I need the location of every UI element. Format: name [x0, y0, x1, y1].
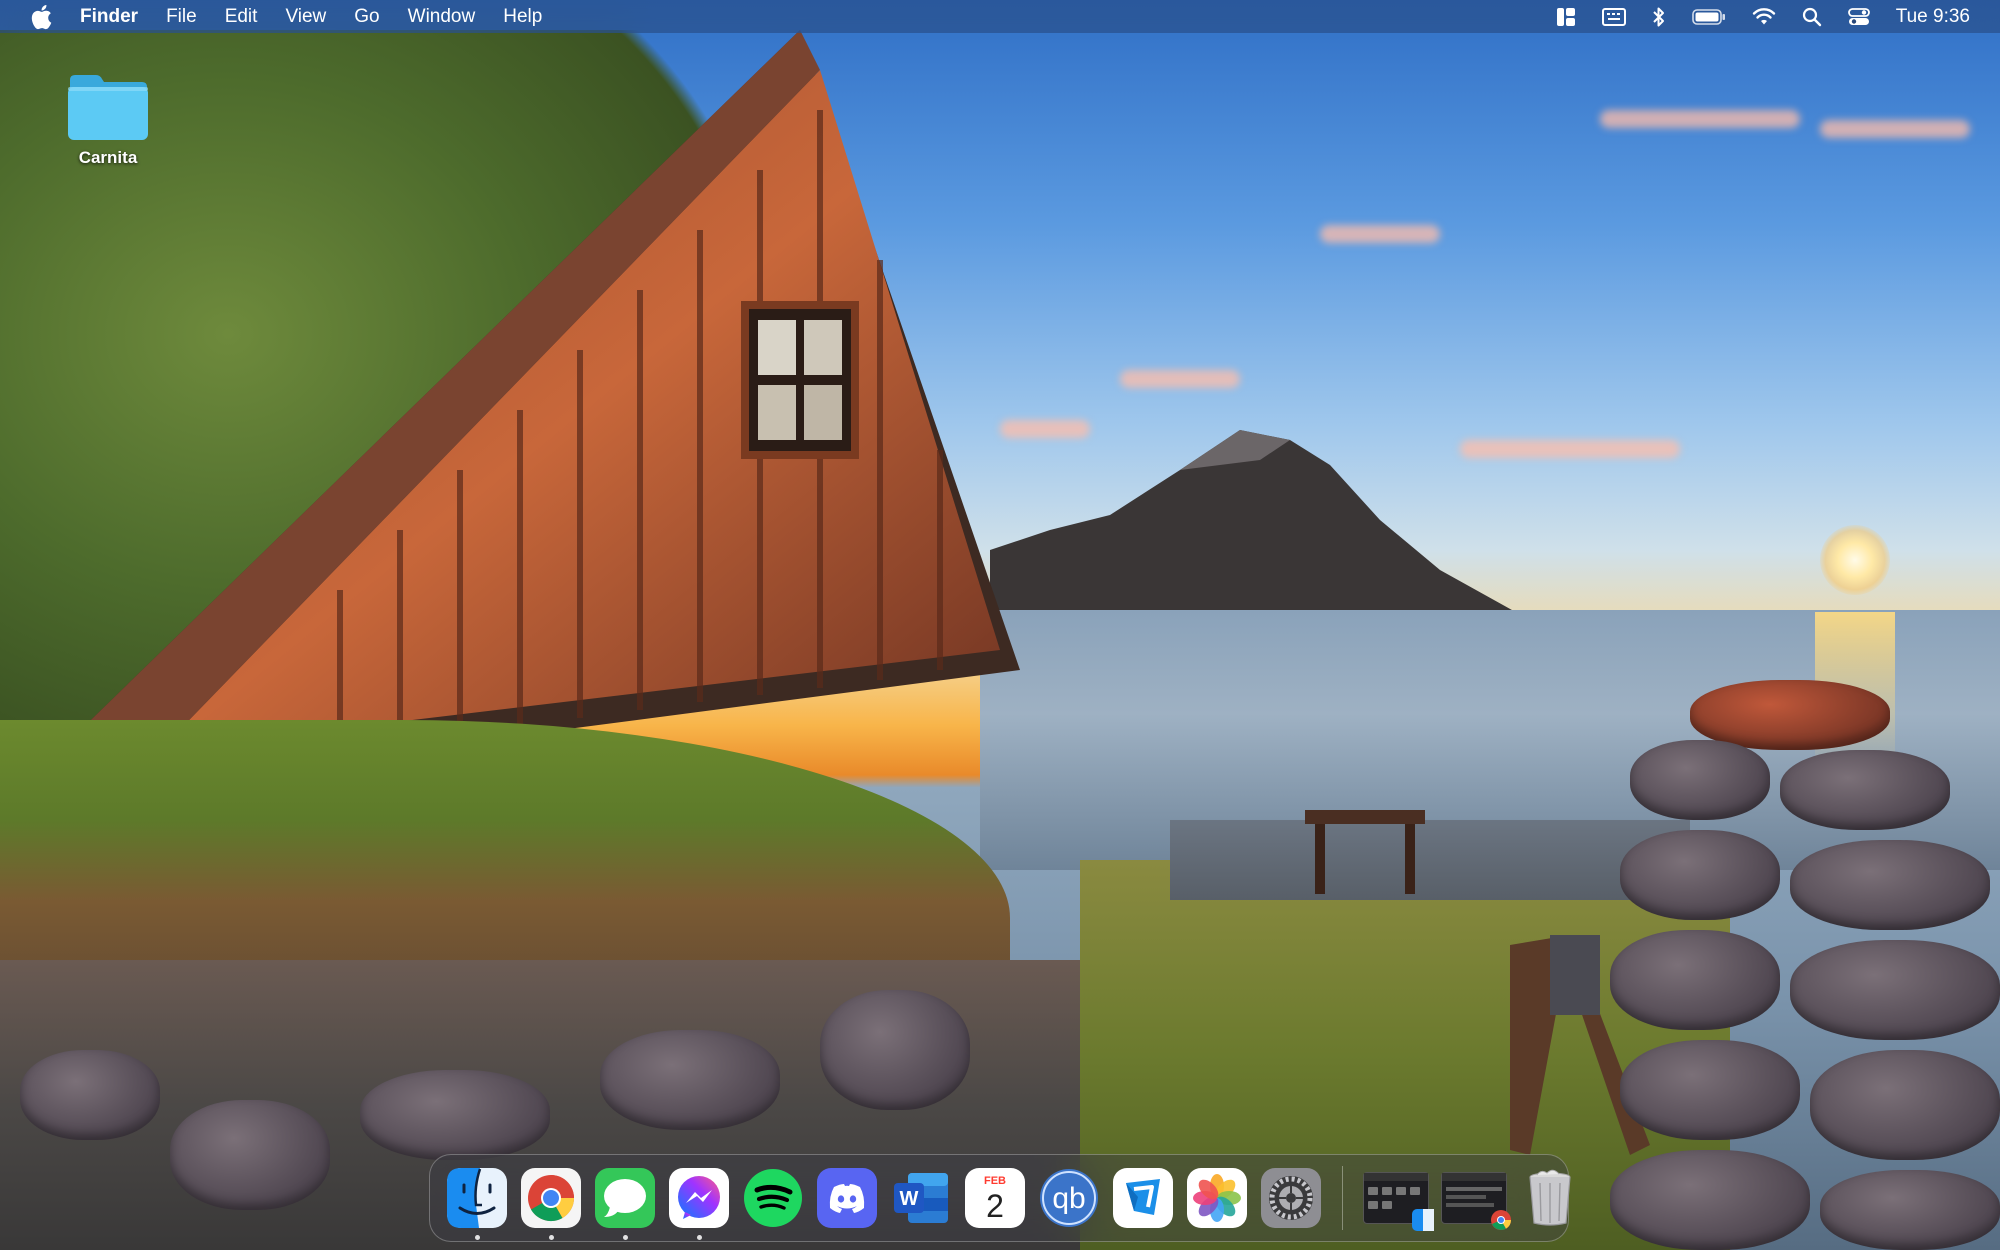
- desktop-wallpaper: [0, 0, 2000, 1250]
- messages-icon: [595, 1168, 655, 1228]
- menu-view[interactable]: View: [285, 6, 326, 28]
- spotify-icon: [744, 1169, 802, 1227]
- folder-icon[interactable]: [66, 72, 150, 142]
- menu-bar: Finder File Edit View Go Window Help Tue…: [0, 0, 2000, 33]
- calendar-icon: FEB 2: [965, 1168, 1025, 1228]
- svg-text:W: W: [900, 1188, 919, 1210]
- menu-file[interactable]: File: [166, 6, 197, 28]
- calendar-month: FEB: [984, 1175, 1006, 1187]
- folder-label: Carnita: [78, 148, 138, 167]
- dock-trash[interactable]: [1519, 1167, 1581, 1229]
- finder-badge-icon: [1412, 1209, 1434, 1231]
- dock-app-mail[interactable]: [1112, 1167, 1174, 1229]
- wallpaper-cloud: [1120, 370, 1240, 388]
- dock-app-word[interactable]: W: [890, 1167, 952, 1229]
- menu-go[interactable]: Go: [354, 6, 379, 28]
- dock-app-qbittorrent[interactable]: qb: [1038, 1167, 1100, 1229]
- wallpaper-stone: [600, 1030, 780, 1130]
- apple-menu-icon[interactable]: [28, 4, 54, 30]
- wallpaper-stone: [360, 1070, 550, 1160]
- running-indicator: [474, 1235, 480, 1240]
- wallpaper-stone: [20, 1050, 160, 1140]
- wallpaper-turf-house: [60, 30, 1020, 770]
- dock-app-spotify[interactable]: [742, 1167, 804, 1229]
- dock-app-chrome[interactable]: [520, 1167, 582, 1240]
- menu-window[interactable]: Window: [408, 6, 476, 28]
- dock-divider: [1342, 1166, 1343, 1230]
- calendar-day: 2: [986, 1188, 1004, 1224]
- system-settings-icon: [1261, 1168, 1321, 1228]
- dock-minimized-chrome-window[interactable]: [1441, 1172, 1511, 1230]
- discord-icon: [817, 1168, 877, 1228]
- finder-icon: [447, 1168, 507, 1228]
- wallpaper-cloud: [1320, 225, 1440, 243]
- wallpaper-cloud: [1600, 110, 1800, 128]
- messenger-icon: [669, 1168, 729, 1228]
- running-indicator: [548, 1235, 554, 1240]
- dock-app-calendar[interactable]: FEB 2: [964, 1167, 1026, 1229]
- dock-app-finder[interactable]: [446, 1167, 508, 1240]
- wallpaper-right-stone-wall: [1610, 680, 2000, 1250]
- wallpaper-bench: [1305, 810, 1425, 894]
- keyboard-viewer-icon[interactable]: [1601, 5, 1626, 29]
- dock-minimized-finder-window[interactable]: [1363, 1172, 1434, 1231]
- wallpaper-stone: [820, 990, 970, 1110]
- dock-app-photos[interactable]: [1186, 1167, 1248, 1229]
- wallpaper-cloud: [1820, 120, 1970, 138]
- word-icon: W: [894, 1173, 948, 1223]
- qbittorrent-icon: qb: [1040, 1169, 1098, 1227]
- wallpaper-mountain: [990, 430, 1530, 620]
- wifi-icon[interactable]: [1752, 5, 1776, 29]
- desktop-folder-carnita[interactable]: Carnita: [58, 72, 158, 168]
- menu-bar-clock[interactable]: Tue 9:36: [1896, 6, 1970, 28]
- qbittorrent-label: qb: [1052, 1182, 1085, 1215]
- chrome-badge-icon: [1491, 1210, 1511, 1230]
- dock: W FEB 2 qb: [429, 1154, 1571, 1242]
- dock-app-system-settings[interactable]: [1260, 1167, 1322, 1229]
- wallpaper-sun: [1820, 525, 1890, 595]
- stage-manager-icon[interactable]: [1556, 5, 1576, 29]
- trash-icon: [1529, 1169, 1571, 1226]
- chrome-icon: [521, 1168, 581, 1228]
- menu-app-name[interactable]: Finder: [80, 6, 138, 28]
- dock-app-messenger[interactable]: [668, 1167, 730, 1240]
- menu-edit[interactable]: Edit: [225, 6, 258, 28]
- menu-help[interactable]: Help: [503, 6, 542, 28]
- running-indicator: [696, 1235, 702, 1240]
- running-indicator: [622, 1235, 628, 1240]
- spotlight-search-icon[interactable]: [1802, 5, 1822, 29]
- dock-app-discord[interactable]: [816, 1167, 878, 1229]
- bluetooth-icon[interactable]: [1652, 5, 1666, 29]
- mail-icon: [1113, 1168, 1173, 1228]
- wallpaper-stone: [170, 1100, 330, 1210]
- control-center-icon[interactable]: [1847, 5, 1870, 29]
- photos-icon: [1187, 1168, 1247, 1228]
- battery-icon[interactable]: [1691, 5, 1726, 29]
- dock-app-messages[interactable]: [594, 1167, 656, 1240]
